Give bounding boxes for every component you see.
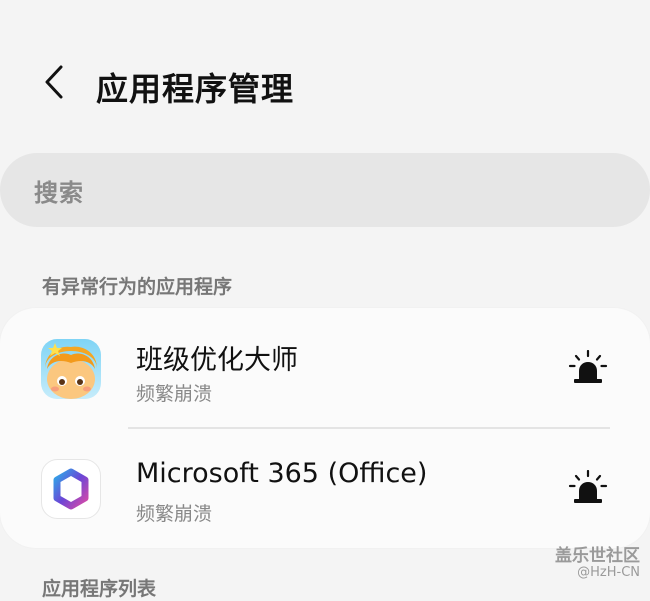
section-header-app-list: 应用程序列表 bbox=[42, 578, 157, 600]
class-optimizer-app-icon bbox=[41, 339, 101, 399]
watermark-community: 盖乐世社区 bbox=[555, 546, 640, 566]
list-item-app[interactable]: Microsoft 365 (Office) 频繁崩溃 bbox=[0, 428, 650, 548]
alert-siren-icon[interactable] bbox=[568, 350, 608, 386]
chevron-left-icon bbox=[45, 65, 63, 99]
app-name: 班级优化大师 bbox=[136, 345, 298, 376]
watermark-user: @HzH-CN bbox=[577, 565, 640, 580]
app-status: 频繁崩溃 bbox=[136, 503, 213, 525]
header: 应用程序管理 bbox=[0, 50, 650, 120]
alert-siren-icon[interactable] bbox=[568, 470, 608, 506]
list-item-app[interactable]: 班级优化大师 频繁崩溃 bbox=[0, 308, 650, 429]
page-title: 应用程序管理 bbox=[96, 70, 295, 108]
microsoft-365-app-icon bbox=[41, 459, 101, 519]
app-status: 频繁崩溃 bbox=[136, 383, 213, 405]
search-input[interactable]: 搜索 bbox=[0, 153, 650, 227]
back-button[interactable] bbox=[30, 58, 78, 106]
abnormal-apps-card: 班级优化大师 频繁崩溃 Microsoft 365 (Office) 频繁崩溃 bbox=[0, 308, 650, 548]
search-placeholder: 搜索 bbox=[34, 178, 84, 207]
app-name: Microsoft 365 (Office) bbox=[136, 458, 428, 489]
section-header-abnormal-apps: 有异常行为的应用程序 bbox=[42, 276, 233, 298]
